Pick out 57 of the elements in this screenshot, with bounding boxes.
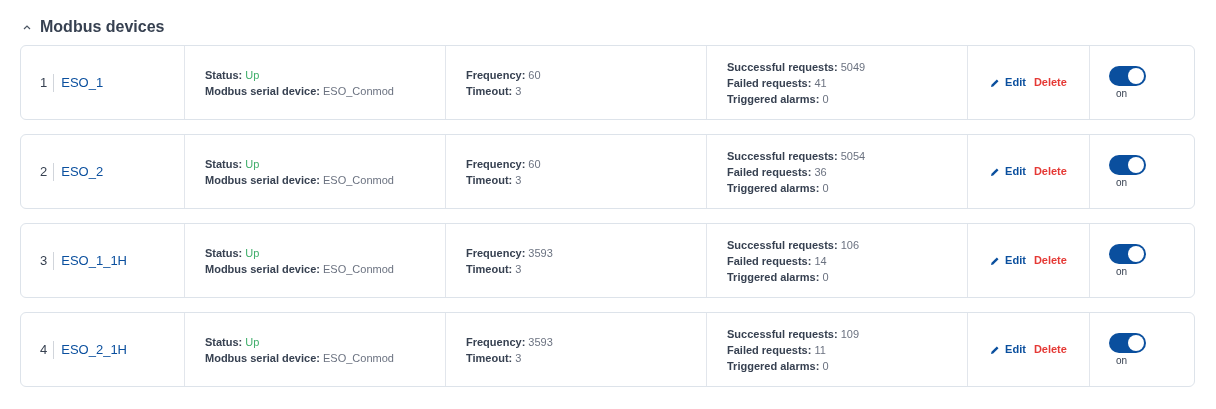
delete-button[interactable]: Delete xyxy=(1033,163,1067,180)
field-text: Frequency: 3593 xyxy=(466,245,554,261)
field-text: Failed requests: 11 xyxy=(727,342,827,358)
toggle-switch[interactable] xyxy=(1109,244,1146,264)
field-text: Failed requests: 14 xyxy=(727,253,828,269)
field-text: Modbus serial device: ESO_Conmod xyxy=(205,350,395,366)
field-text: Status: Up xyxy=(205,156,261,172)
field-text: Failed requests: 41 xyxy=(727,75,828,91)
device-name-link[interactable]: ESO_2 xyxy=(54,161,104,182)
row-number: 4 xyxy=(40,340,55,359)
field-text: Timeout: 3 xyxy=(466,261,523,277)
pencil-icon xyxy=(990,344,1001,355)
field-text: Triggered alarms: 0 xyxy=(727,358,830,374)
field-text: Modbus serial device: ESO_Conmod xyxy=(205,261,395,277)
field-text: Status: Up xyxy=(205,67,261,83)
toggle-switch[interactable] xyxy=(1109,333,1146,353)
edit-button[interactable]: Edit xyxy=(990,74,1026,91)
field-text: Status: Up xyxy=(205,245,261,261)
pencil-icon xyxy=(990,166,1001,177)
delete-button[interactable]: Delete xyxy=(1033,74,1067,91)
field-text: Modbus serial device: ESO_Conmod xyxy=(205,83,395,99)
delete-button[interactable]: Delete xyxy=(1033,341,1067,358)
row-number: 3 xyxy=(40,251,55,270)
edit-button[interactable]: Edit xyxy=(990,252,1026,269)
field-text: Triggered alarms: 0 xyxy=(727,91,830,107)
field-text: Successful requests: 5049 xyxy=(727,59,867,75)
pencil-icon xyxy=(990,255,1001,266)
field-text: Status: Up xyxy=(205,334,261,350)
toggle-switch[interactable] xyxy=(1109,66,1146,86)
toggle-label: on xyxy=(1115,265,1129,279)
toggle-label: on xyxy=(1115,87,1129,101)
edit-button[interactable]: Edit xyxy=(990,163,1026,180)
field-text: Successful requests: 106 xyxy=(727,237,861,253)
row-number: 1 xyxy=(40,73,55,92)
field-text: Triggered alarms: 0 xyxy=(727,269,830,285)
toggle-label: on xyxy=(1115,354,1129,368)
field-text: Modbus serial device: ESO_Conmod xyxy=(205,172,395,188)
device-name-link[interactable]: ESO_1 xyxy=(54,72,104,93)
field-text: Timeout: 3 xyxy=(466,172,523,188)
field-text: Frequency: 3593 xyxy=(466,334,554,350)
device-name-link[interactable]: ESO_1_1H xyxy=(54,250,127,271)
field-text: Failed requests: 36 xyxy=(727,164,828,180)
pencil-icon xyxy=(990,77,1001,88)
field-text: Successful requests: 5054 xyxy=(727,148,867,164)
field-text: Frequency: 60 xyxy=(466,67,542,83)
field-text: Successful requests: 109 xyxy=(727,326,861,342)
field-text: Timeout: 3 xyxy=(466,83,523,99)
delete-button[interactable]: Delete xyxy=(1033,252,1067,269)
toggle-label: on xyxy=(1115,176,1129,190)
field-text: Triggered alarms: 0 xyxy=(727,180,830,196)
field-text: Frequency: 60 xyxy=(466,156,542,172)
row-number: 2 xyxy=(40,162,55,181)
toggle-switch[interactable] xyxy=(1109,155,1146,175)
section-title: Modbus devices xyxy=(40,17,165,37)
device-name-link[interactable]: ESO_2_1H xyxy=(54,339,127,360)
field-text: Timeout: 3 xyxy=(466,350,523,366)
edit-button[interactable]: Edit xyxy=(990,341,1026,358)
